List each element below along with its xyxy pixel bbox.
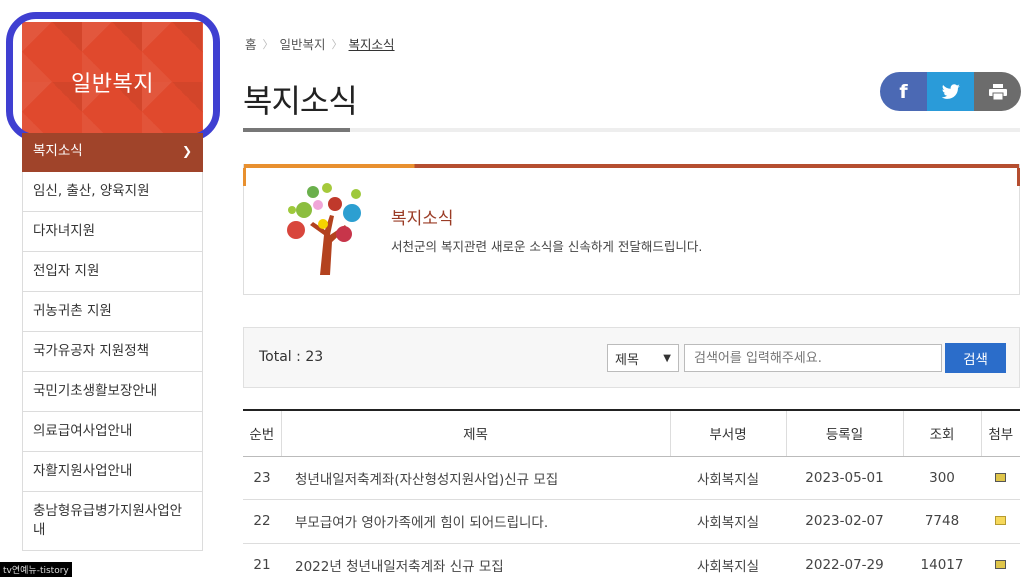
- breadcrumb-separator-icon: 〉: [331, 37, 343, 51]
- sidebar-item-sick-leave[interactable]: 충남형유급병가지원사업안내: [22, 491, 203, 551]
- tree-illustration-icon: [287, 183, 361, 275]
- sidebar-item-basic-livelihood[interactable]: 국민기초생활보장안내: [22, 371, 203, 412]
- twitter-icon: [941, 83, 960, 99]
- intro-description: 서천군의 복지관련 새로운 소식을 신속하게 전달해드립니다.: [391, 239, 703, 254]
- row-views: 300: [903, 456, 981, 500]
- table-row[interactable]: 21 2022년 청년내일저축계좌 신규 모집 사회복지실 2022-07-29…: [243, 543, 1020, 577]
- column-header-date: 등록일: [785, 410, 903, 457]
- row-views: 7748: [903, 499, 981, 544]
- row-date: 2023-02-07: [786, 499, 903, 544]
- breadcrumb-general-welfare[interactable]: 일반복지: [280, 34, 326, 53]
- table-row[interactable]: 22 부모급여가 영아가족에게 힘이 되어드립니다. 사회복지실 2023-02…: [243, 499, 1020, 544]
- intro-title: 복지소식: [391, 209, 454, 229]
- sidebar-menu: 복지소식 ❯ 임신, 출산, 양육지원 다자녀지원 전입자 지원 귀농귀촌 지원…: [22, 133, 203, 551]
- image-file-icon[interactable]: [995, 516, 1006, 526]
- row-department: 사회복지실: [670, 543, 786, 577]
- row-date: 2023-05-01: [786, 456, 903, 500]
- sidebar-item-self-support[interactable]: 자활지원사업안내: [22, 451, 203, 492]
- printer-icon: [988, 83, 1007, 100]
- breadcrumb-home[interactable]: 홈: [245, 34, 257, 53]
- row-attachment[interactable]: [981, 543, 1020, 577]
- sidebar-item-return-farm[interactable]: 귀농귀촌 지원: [22, 291, 203, 332]
- search-field-select[interactable]: 제목 ▼: [607, 344, 679, 372]
- print-button[interactable]: [974, 72, 1021, 111]
- row-department: 사회복지실: [670, 456, 786, 500]
- sidebar-item-pregnancy[interactable]: 임신, 출산, 양육지원: [22, 171, 203, 212]
- row-department: 사회복지실: [670, 499, 786, 544]
- hwp-file-icon[interactable]: [995, 472, 1006, 482]
- breadcrumb-current[interactable]: 복지소식: [349, 34, 395, 53]
- sidebar-item-welfare-news[interactable]: 복지소식 ❯: [22, 133, 203, 172]
- row-attachment[interactable]: [981, 499, 1020, 544]
- row-attachment[interactable]: [981, 456, 1020, 500]
- sidebar-item-veterans[interactable]: 국가유공자 지원정책: [22, 331, 203, 372]
- row-number: 22: [243, 499, 281, 544]
- facebook-share-button[interactable]: f: [880, 72, 927, 111]
- column-header-number: 순번: [243, 410, 281, 457]
- search-button[interactable]: 검색: [945, 343, 1006, 373]
- breadcrumb: 홈 〉 일반복지 〉 복지소식: [245, 34, 395, 53]
- column-header-department: 부서명: [669, 410, 786, 457]
- post-table: 순번 제목 부서명 등록일 조회 첨부 23 청년내일저축계좌(자산형성지원사업…: [243, 409, 1020, 577]
- sidebar-item-multichild[interactable]: 다자녀지원: [22, 211, 203, 252]
- select-value: 제목: [615, 352, 639, 368]
- twitter-share-button[interactable]: [927, 72, 974, 111]
- hwp-file-icon[interactable]: [995, 559, 1006, 569]
- table-row[interactable]: 23 청년내일저축계좌(자산형성지원사업)신규 모집 사회복지실 2023-05…: [243, 456, 1020, 500]
- row-title-link[interactable]: 부모급여가 영아가족에게 힘이 되어드립니다.: [281, 499, 670, 544]
- table-header-row: 순번 제목 부서명 등록일 조회 첨부: [243, 410, 1020, 457]
- search-input[interactable]: [684, 344, 942, 372]
- watermark-text: tv연예뉴-tistory: [0, 562, 72, 577]
- total-count: Total : 23: [259, 349, 324, 365]
- intro-box: 복지소식 서천군의 복지관련 새로운 소식을 신속하게 전달해드립니다.: [243, 164, 1020, 295]
- title-divider: [243, 128, 1020, 132]
- column-header-views: 조회: [902, 410, 981, 457]
- sidebar-item-newcomer[interactable]: 전입자 지원: [22, 251, 203, 292]
- search-bar: Total : 23 제목 ▼ 검색: [243, 327, 1020, 388]
- sidebar-title: 일반복지: [22, 22, 203, 142]
- row-date: 2022-07-29: [786, 543, 903, 577]
- sidebar-item-medical-aid[interactable]: 의료급여사업안내: [22, 411, 203, 452]
- page-title: 복지소식: [243, 82, 358, 120]
- breadcrumb-separator-icon: 〉: [262, 37, 274, 51]
- column-header-attachment: 첨부: [980, 410, 1020, 457]
- sidebar-item-label: 복지소식: [33, 143, 83, 160]
- chevron-down-icon: ▼: [663, 352, 671, 364]
- row-views: 14017: [903, 543, 981, 577]
- row-number: 21: [243, 543, 281, 577]
- row-number: 23: [243, 456, 281, 500]
- row-title-link[interactable]: 청년내일저축계좌(자산형성지원사업)신규 모집: [281, 456, 670, 500]
- chevron-right-icon: ❯: [181, 144, 192, 159]
- share-buttons: f: [880, 72, 1021, 111]
- row-title-link[interactable]: 2022년 청년내일저축계좌 신규 모집: [281, 543, 670, 577]
- column-header-title: 제목: [280, 410, 670, 457]
- facebook-icon: f: [899, 80, 908, 103]
